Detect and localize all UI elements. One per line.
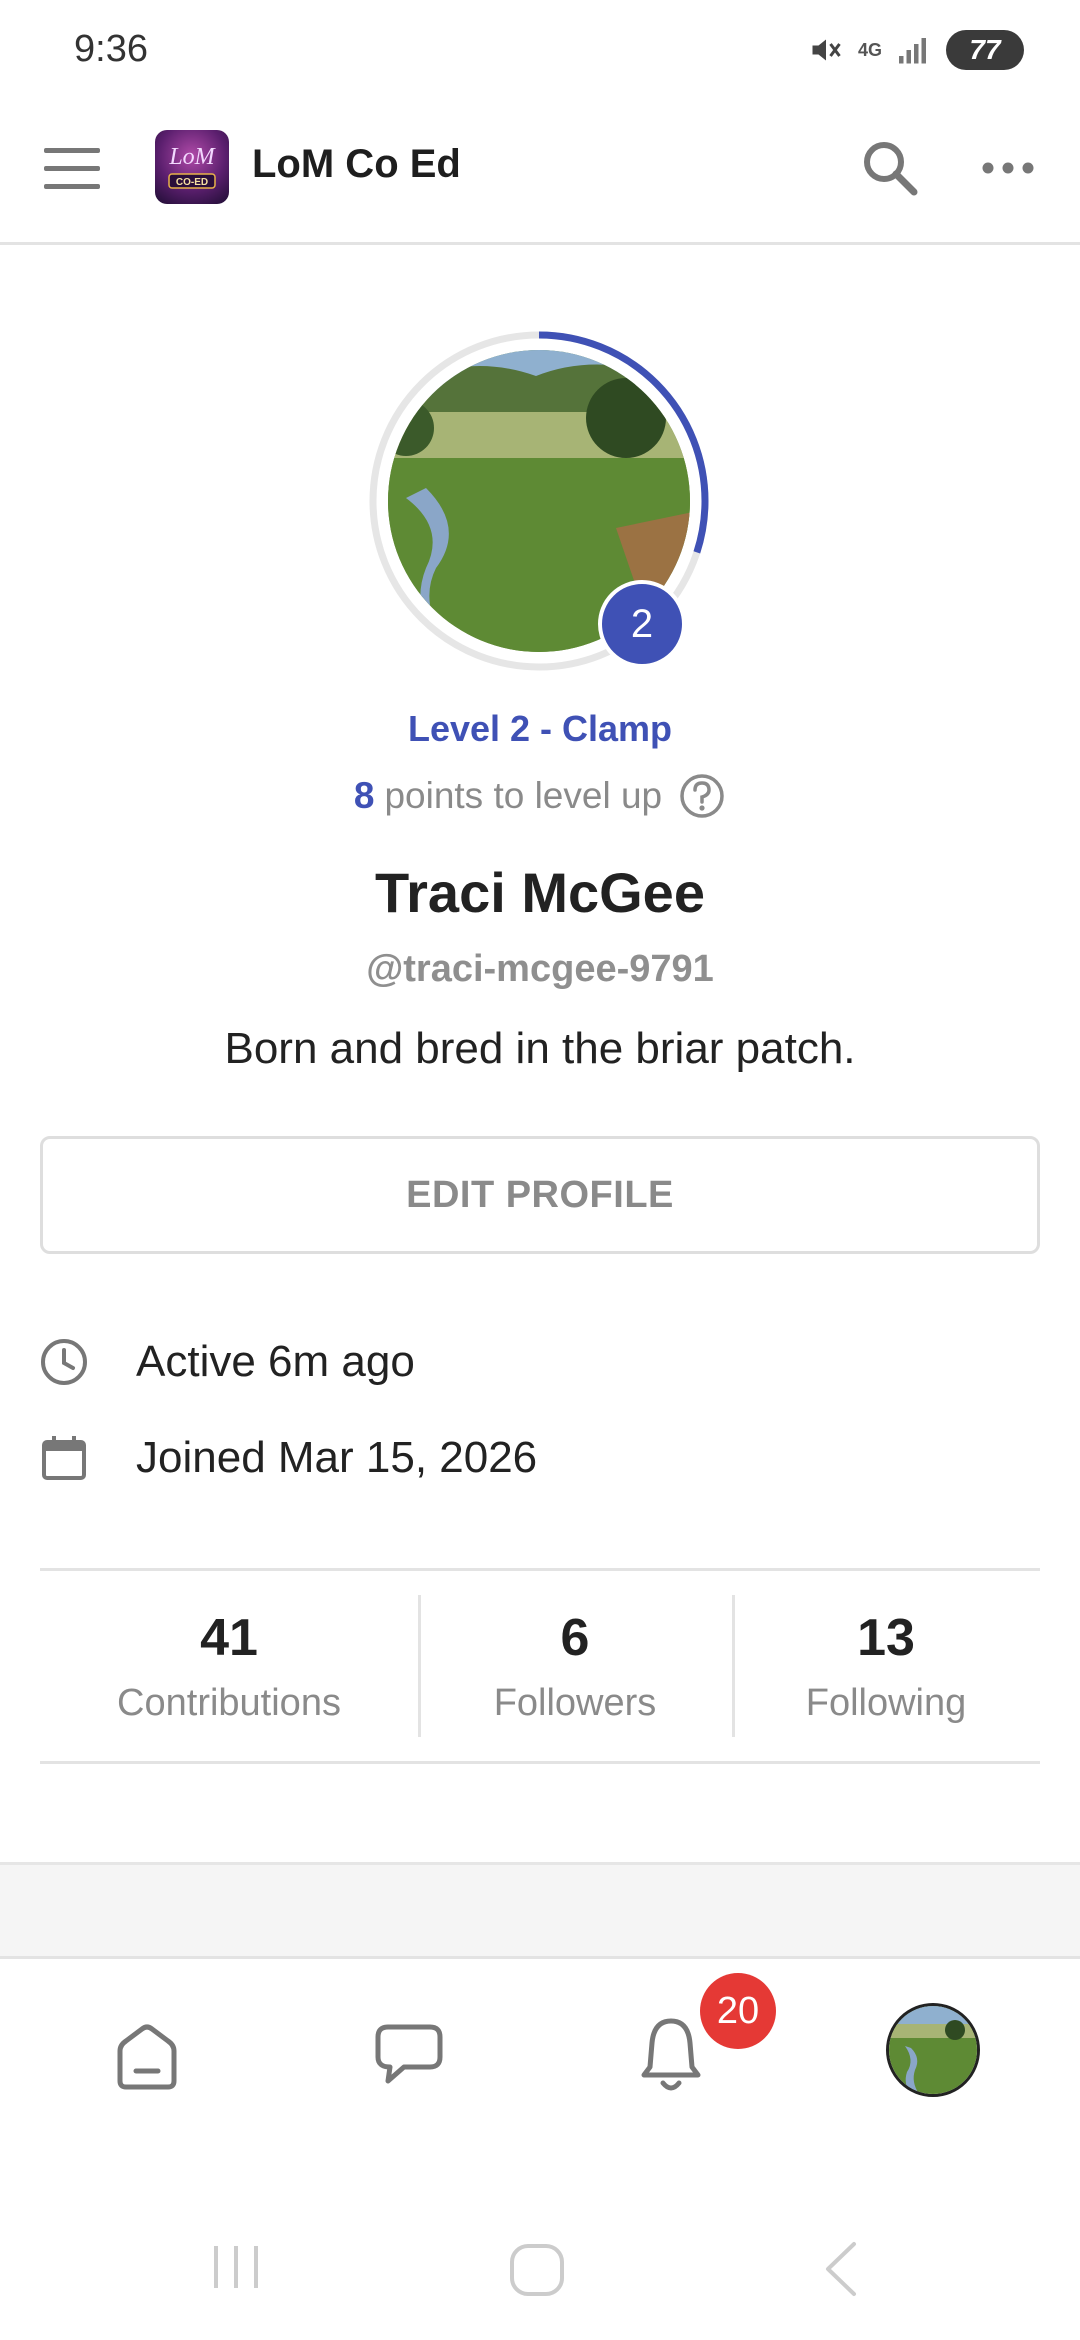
chat-icon[interactable] [374, 2021, 444, 2085]
back-icon[interactable] [818, 2238, 862, 2300]
joined-row: Joined Mar 15, 2026 [38, 1432, 537, 1484]
stat-contributions[interactable]: 41 Contributions [40, 1571, 418, 1761]
points-number: 8 [353, 775, 375, 816]
level-title[interactable]: Level 2 - Clamp [0, 708, 1080, 750]
bell-icon[interactable] [638, 2015, 704, 2095]
menu-icon[interactable] [42, 146, 102, 192]
help-icon[interactable] [678, 772, 726, 820]
home-icon[interactable] [112, 2021, 182, 2093]
app-logo: LoM CO-ED [155, 130, 229, 204]
status-icons: 4G 77 [808, 30, 1024, 70]
mute-icon [812, 39, 841, 61]
status-time: 9:36 [74, 28, 148, 70]
search-icon[interactable] [858, 136, 922, 200]
status-bar: 9:36 4G 77 [0, 0, 1080, 100]
activity-section [0, 1862, 1080, 1965]
user-name: Traci McGee [375, 861, 705, 924]
stat-label: Following [805, 1681, 967, 1724]
edit-profile-button[interactable]: EDIT PROFILE [40, 1136, 1040, 1254]
stat-followers[interactable]: 6 Followers [418, 1571, 732, 1761]
stat-following[interactable]: 13 Following [732, 1571, 1040, 1761]
stat-value: 6 [560, 1608, 590, 1667]
profile-stats: 41 Contributions 6 Followers 13 Followin… [40, 1568, 1040, 1764]
user-handle: @traci-mcgee-9791 [366, 948, 714, 990]
nav-profile-avatar[interactable] [886, 2003, 980, 2097]
calendar-icon [42, 1436, 86, 1480]
level-points: 8 points to level up [0, 772, 1080, 820]
last-active-text: Active 6m ago [136, 1337, 415, 1386]
signal-icon [899, 38, 926, 64]
level-badge: 2 [598, 580, 686, 668]
system-home-icon[interactable] [508, 2242, 566, 2298]
notification-badge: 20 [700, 1973, 776, 2049]
joined-text: Joined Mar 15, 2026 [136, 1433, 538, 1482]
logo-text-bottom: CO-ED [176, 177, 208, 188]
stat-label: Followers [493, 1681, 657, 1724]
app-header: LoM CO-ED LoM Co Ed [0, 100, 1080, 245]
logo-text-top: LoM [168, 144, 216, 170]
more-icon[interactable] [978, 150, 1038, 186]
stat-value: 41 [200, 1608, 258, 1667]
last-active-row: Active 6m ago [38, 1336, 415, 1388]
battery-indicator: 77 [946, 30, 1024, 70]
system-nav-bar [0, 2180, 1080, 2340]
points-text: points to level up [384, 775, 663, 816]
clock-icon [41, 1339, 87, 1385]
recent-apps-icon[interactable] [210, 2242, 262, 2292]
app-title: LoM Co Ed [252, 142, 461, 186]
bottom-nav: 20 [0, 1956, 1080, 2159]
network-type: 4G [857, 39, 882, 60]
stat-label: Contributions [117, 1681, 341, 1724]
user-bio: Born and bred in the briar patch. [224, 1024, 856, 1073]
stat-value: 13 [857, 1608, 915, 1667]
